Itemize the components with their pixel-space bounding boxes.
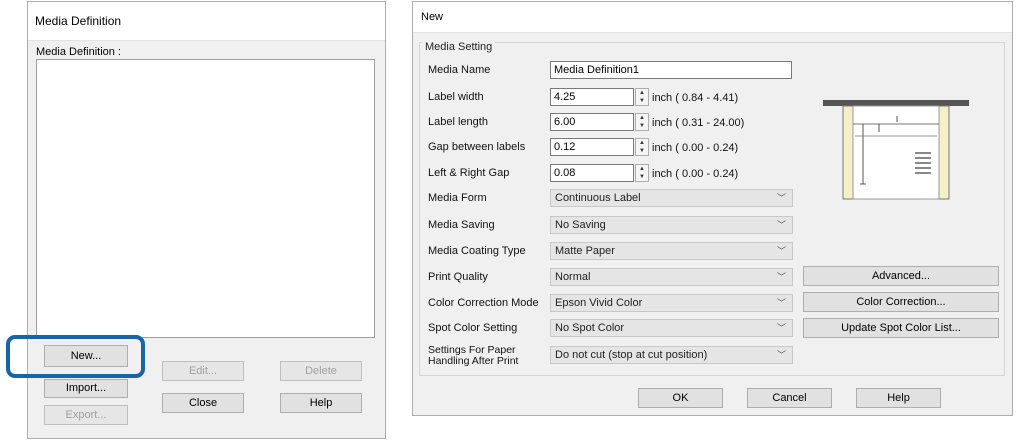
spot-color-setting-select[interactable]: No Spot Color ﹀: [550, 319, 793, 337]
update-spot-color-list-button[interactable]: Update Spot Color List...: [803, 318, 999, 338]
chevron-down-icon: ﹀: [776, 298, 786, 308]
color-correction-mode-value: Epson Vivid Color: [555, 297, 643, 309]
new-button-highlight: [6, 335, 145, 378]
export-button[interactable]: Export...: [44, 405, 128, 425]
gap-between-labels-range: inch ( 0.00 - 0.24): [652, 142, 739, 154]
spin-down-icon[interactable]: ▼: [636, 173, 648, 181]
spot-color-setting-value: No Spot Color: [555, 322, 625, 334]
spin-down-icon[interactable]: ▼: [636, 122, 648, 130]
label-width-input[interactable]: 4.25: [550, 88, 634, 106]
ok-button[interactable]: OK: [638, 388, 723, 408]
media-saving-value: No Saving: [555, 219, 606, 231]
label-preview-diagram: [823, 100, 969, 200]
spin-up-icon[interactable]: ▲: [636, 139, 648, 147]
media-coating-type-label: Media Coating Type: [428, 245, 526, 257]
media-name-input[interactable]: Media Definition1: [550, 61, 792, 79]
chevron-down-icon: ﹀: [776, 350, 786, 360]
color-correction-mode-select[interactable]: Epson Vivid Color ﹀: [550, 294, 793, 312]
color-correction-button[interactable]: Color Correction...: [803, 292, 999, 312]
media-definition-list-label: Media Definition :: [36, 46, 121, 58]
label-width-range: inch ( 0.84 - 4.41): [652, 92, 739, 104]
edit-button[interactable]: Edit...: [162, 361, 244, 381]
label-width-spinner[interactable]: ▲ ▼: [635, 88, 649, 106]
spin-up-icon[interactable]: ▲: [636, 89, 648, 97]
label-length-label: Label length: [428, 116, 488, 128]
label-length-range: inch ( 0.31 - 24.00): [652, 117, 745, 129]
left-right-gap-label: Left & Right Gap: [428, 167, 510, 179]
media-saving-label: Media Saving: [428, 219, 495, 231]
chevron-down-icon: ﹀: [776, 272, 786, 282]
chevron-down-icon: ﹀: [776, 323, 786, 333]
new-media-dialog: New Media Setting Media Name Media Defin…: [412, 1, 1013, 416]
paper-handling-label: Settings For Paper Handling After Print: [428, 344, 519, 367]
chevron-down-icon: ﹀: [776, 220, 786, 230]
dialog-title: New: [413, 2, 1012, 33]
cancel-button[interactable]: Cancel: [747, 388, 832, 408]
import-button[interactable]: Import...: [44, 379, 128, 398]
gap-between-labels-spinner[interactable]: ▲ ▼: [635, 138, 649, 156]
print-quality-value: Normal: [555, 271, 591, 283]
delete-button[interactable]: Delete: [280, 361, 362, 381]
color-correction-mode-label: Color Correction Mode: [428, 297, 539, 309]
media-saving-select[interactable]: No Saving ﹀: [550, 216, 793, 234]
media-coating-type-value: Matte Paper: [555, 245, 615, 257]
media-form-select[interactable]: Continuous Label ﹀: [550, 189, 793, 207]
paper-handling-value: Do not cut (stop at cut position): [555, 349, 708, 361]
spin-up-icon[interactable]: ▲: [636, 114, 648, 122]
help-button[interactable]: Help: [856, 388, 941, 408]
close-button[interactable]: Close: [162, 393, 244, 413]
media-form-label: Media Form: [428, 192, 487, 204]
gap-between-labels-input[interactable]: 0.12: [550, 138, 634, 156]
label-length-input[interactable]: 6.00: [550, 113, 634, 131]
spot-color-setting-label: Spot Color Setting: [428, 322, 518, 334]
spin-down-icon[interactable]: ▼: [636, 97, 648, 105]
label-width-label: Label width: [428, 91, 484, 103]
left-right-gap-range: inch ( 0.00 - 0.24): [652, 168, 739, 180]
print-quality-select[interactable]: Normal ﹀: [550, 268, 793, 286]
media-coating-type-select[interactable]: Matte Paper ﹀: [550, 242, 793, 260]
spin-down-icon[interactable]: ▼: [636, 147, 648, 155]
spin-up-icon[interactable]: ▲: [636, 165, 648, 173]
chevron-down-icon: ﹀: [776, 193, 786, 203]
paper-handling-select[interactable]: Do not cut (stop at cut position) ﹀: [550, 346, 793, 364]
media-setting-group-title: Media Setting: [422, 41, 496, 53]
media-name-label: Media Name: [428, 64, 491, 76]
gap-between-labels-label: Gap between labels: [428, 141, 526, 153]
chevron-down-icon: ﹀: [776, 246, 786, 256]
media-definition-list[interactable]: [36, 59, 375, 338]
print-quality-label: Print Quality: [428, 271, 488, 283]
label-length-spinner[interactable]: ▲ ▼: [635, 113, 649, 131]
left-right-gap-input[interactable]: 0.08: [550, 164, 634, 182]
help-button[interactable]: Help: [280, 393, 362, 413]
media-form-value: Continuous Label: [555, 192, 641, 204]
left-right-gap-spinner[interactable]: ▲ ▼: [635, 164, 649, 182]
advanced-button[interactable]: Advanced...: [803, 266, 999, 286]
dialog-title: Media Definition: [28, 2, 385, 41]
